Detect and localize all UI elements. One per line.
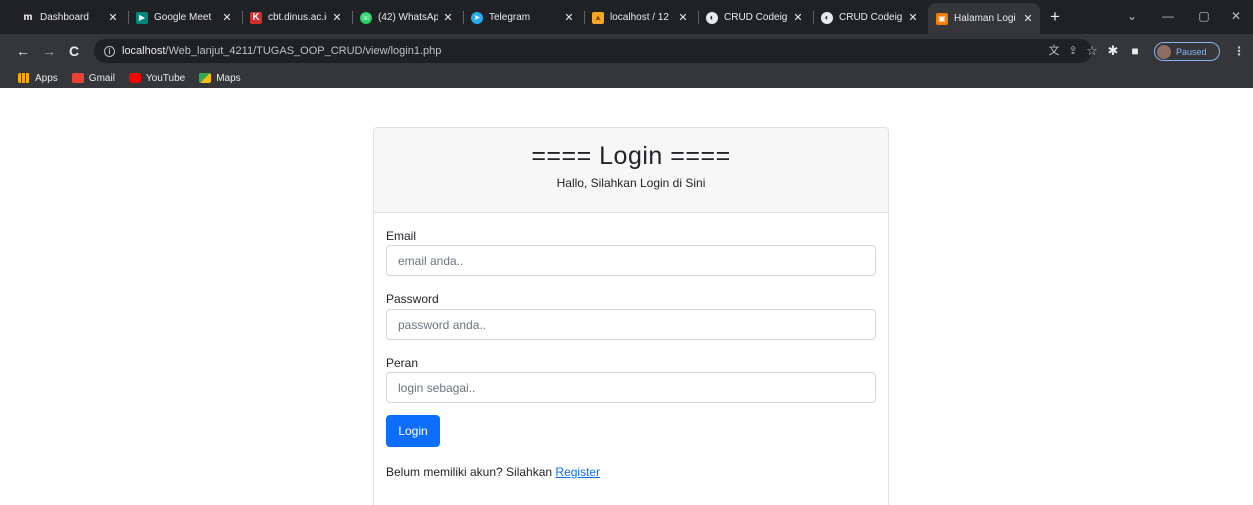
tab-strip: m Dashboard ✕ ▶ Google Meet ✕ K cbt.dinu… [0, 0, 1253, 34]
close-tab-icon[interactable]: ✕ [331, 11, 343, 24]
login-button[interactable]: Login [386, 415, 440, 447]
password-label: Password [386, 292, 439, 306]
globe-icon: ◐ [821, 11, 833, 24]
tab-search-icon[interactable]: ⌄ [1114, 4, 1150, 28]
telegram-icon: ➤ [471, 11, 483, 24]
close-tab-icon[interactable]: ✕ [792, 11, 804, 24]
role-field[interactable] [386, 372, 876, 403]
url-path: /Web_lanjut_4211/TUGAS_OOP_CRUD/view/log… [165, 45, 442, 57]
browser-chrome: m Dashboard ✕ ▶ Google Meet ✕ K cbt.dinu… [0, 0, 1253, 88]
avatar [1157, 44, 1171, 59]
close-window-button[interactable]: ✕ [1218, 4, 1253, 28]
page-icon: ▣ [936, 12, 948, 25]
page-title: ==== Login ==== [531, 142, 731, 170]
close-tab-icon[interactable]: ✕ [563, 11, 575, 24]
tab-title: Halaman Logi [954, 13, 1016, 24]
login-card-header: ==== Login ==== Hallo, Silahkan Login di… [374, 128, 888, 213]
bookmark-label: Apps [35, 72, 58, 84]
register-prompt: Belum memiliki akun? Silahkan Register [386, 465, 600, 479]
tab-whatsapp[interactable]: ☏ (42) WhatsApp ✕ [352, 5, 460, 30]
url-host: localhost [122, 45, 166, 57]
close-tab-icon[interactable]: ✕ [677, 11, 689, 24]
bookmark-apps[interactable]: Apps [18, 73, 58, 84]
page-subtitle: Hallo, Silahkan Login di Sini [556, 176, 706, 190]
extensions-puzzle-icon[interactable]: ✱ [1106, 44, 1120, 58]
tab-title: localhost / 12 [610, 12, 669, 23]
whatsapp-icon: ☏ [360, 11, 372, 24]
close-tab-icon[interactable]: ✕ [221, 11, 233, 24]
close-tab-icon[interactable]: ✕ [1022, 12, 1034, 25]
menu-kebab-icon[interactable]: ⋮ [1233, 44, 1245, 58]
phpmyadmin-icon: ▲ [592, 11, 604, 24]
bookmarks-bar: Apps Gmail YouTube Maps [0, 68, 1253, 88]
close-tab-icon[interactable]: ✕ [907, 11, 919, 24]
close-tab-icon[interactable]: ✕ [442, 11, 454, 24]
globe-icon: ◐ [706, 11, 718, 24]
profile-status-label: Paused [1176, 46, 1207, 57]
tab-halaman-login[interactable]: ▣ Halaman Logi ✕ [928, 3, 1040, 34]
register-prompt-text: Belum memiliki akun? Silahkan [386, 465, 556, 479]
info-icon[interactable]: i [104, 45, 115, 57]
tab-title: Telegram [489, 12, 531, 23]
bookmark-label: Gmail [88, 72, 115, 84]
meet-icon: ▶ [136, 11, 148, 24]
side-panel-icon[interactable]: ■ [1128, 44, 1142, 58]
tab-dashboard[interactable]: m Dashboard ✕ [14, 5, 125, 30]
tab-crud-codeigniter-1[interactable]: ◐ CRUD Codeig ✕ [698, 5, 810, 30]
tab-telegram[interactable]: ➤ Telegram ✕ [463, 5, 581, 30]
tab-title: (42) WhatsApp [378, 12, 438, 23]
tab-cbt-dinus[interactable]: K cbt.dinus.ac.id ✕ [242, 5, 349, 30]
gmail-icon [71, 73, 84, 83]
tab-google-meet[interactable]: ▶ Google Meet ✕ [128, 5, 239, 30]
bookmark-label: Maps [216, 72, 241, 84]
profile-button[interactable]: Paused [1154, 42, 1220, 61]
login-card: ==== Login ==== Hallo, Silahkan Login di… [373, 127, 889, 505]
translate-icon[interactable]: 文 [1047, 44, 1061, 58]
k-logo-icon: K [250, 11, 262, 24]
bookmark-label: YouTube [145, 72, 186, 84]
email-label: Email [386, 229, 417, 243]
browser-toolbar: ← → C i localhost/Web_lanjut_4211/TUGAS_… [0, 34, 1253, 68]
url-text: localhost/Web_lanjut_4211/TUGAS_OOP_CRUD… [122, 45, 441, 57]
minimize-button[interactable]: — [1150, 4, 1186, 28]
close-tab-icon[interactable]: ✕ [107, 11, 119, 24]
bookmark-star-icon[interactable]: ☆ [1085, 44, 1099, 58]
bookmark-youtube[interactable]: YouTube [128, 72, 186, 84]
tab-title: CRUD Codeig [839, 12, 903, 23]
youtube-icon [128, 73, 141, 83]
bookmark-maps[interactable]: Maps [199, 72, 241, 84]
apps-grid-icon [18, 73, 30, 83]
maps-icon [199, 73, 212, 83]
password-field[interactable] [386, 309, 876, 340]
tab-localhost-phpmyadmin[interactable]: ▲ localhost / 12 ✕ [584, 5, 695, 30]
maximize-button[interactable]: ▢ [1186, 4, 1222, 28]
tab-crud-codeigniter-2[interactable]: ◐ CRUD Codeig ✕ [813, 5, 925, 30]
tab-title: Google Meet [154, 12, 212, 23]
email-field[interactable] [386, 245, 876, 276]
tab-title: Dashboard [40, 12, 89, 23]
back-button[interactable]: ← [14, 42, 32, 60]
tab-title: CRUD Codeig [724, 12, 788, 23]
role-label: Peran [386, 356, 419, 370]
forward-button[interactable]: → [40, 42, 58, 60]
share-icon[interactable]: ⇪ [1066, 44, 1080, 58]
tab-title: cbt.dinus.ac.id [268, 12, 327, 23]
new-tab-button[interactable]: + [1045, 7, 1065, 27]
address-bar[interactable]: i localhost/Web_lanjut_4211/TUGAS_OOP_CR… [94, 39, 1092, 63]
reload-button[interactable]: C [65, 42, 83, 60]
register-link[interactable]: Register [555, 465, 600, 479]
bookmark-gmail[interactable]: Gmail [71, 72, 115, 84]
m-logo-icon: m [22, 11, 34, 24]
